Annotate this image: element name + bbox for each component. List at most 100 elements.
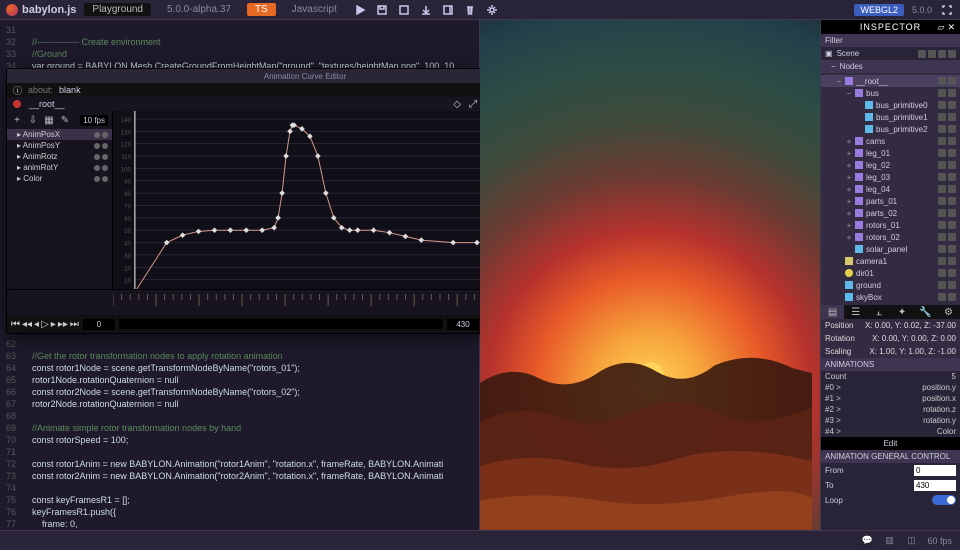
frame-end-input[interactable]: 430: [447, 319, 479, 330]
anim-prop-row[interactable]: #2 >rotation.z: [821, 404, 960, 415]
root-node-label[interactable]: __root__: [29, 99, 65, 109]
fullscreen-icon[interactable]: [940, 3, 954, 17]
tab-stats-icon[interactable]: ⫠: [867, 305, 890, 319]
tree-node[interactable]: −__root__: [821, 75, 960, 87]
svg-text:60: 60: [124, 217, 131, 223]
inspector-panel: INSPECTOR ▱ ✕ Filter ▣Scene − Nodes −__r…: [820, 20, 960, 530]
svg-text:120: 120: [121, 143, 132, 149]
brand-logo: babylon.js: [6, 4, 76, 16]
lang-ts-tab[interactable]: TS: [247, 3, 276, 16]
tree-node[interactable]: +parts_02: [821, 207, 960, 219]
svg-text:80: 80: [124, 192, 131, 198]
status-layout-icon[interactable]: ▥: [883, 535, 895, 547]
settings-icon[interactable]: [485, 3, 499, 17]
curve-timeline[interactable]: [7, 289, 483, 315]
load-anim-icon[interactable]: ⇩: [27, 114, 39, 126]
play-icon[interactable]: ▷: [41, 319, 49, 330]
count-label: Count: [825, 372, 846, 381]
run-icon[interactable]: [353, 3, 367, 17]
clear-icon[interactable]: [463, 3, 477, 17]
last-frame-icon[interactable]: ⏭: [70, 319, 79, 330]
loop-toggle[interactable]: [932, 495, 956, 505]
rot-label: Rotation: [825, 334, 855, 343]
top-bar: babylon.js Playground 5.0.0-alpha.37 TS …: [0, 0, 960, 20]
next-frame-icon[interactable]: ▸: [51, 319, 56, 330]
popout-icon[interactable]: ▱: [938, 22, 946, 33]
tab-gear-icon[interactable]: ⚙: [937, 305, 960, 319]
lang-js-tab[interactable]: Javascript: [284, 3, 345, 16]
expand-icon[interactable]: ⤢: [469, 99, 477, 110]
tree-node[interactable]: +cams: [821, 135, 960, 147]
tree-node[interactable]: skyBox: [821, 291, 960, 303]
anim-item[interactable]: ▸ AnimPosY: [7, 140, 112, 151]
frame-start-input[interactable]: 0: [83, 319, 115, 330]
anim-prop-row[interactable]: #0 >position.y: [821, 382, 960, 393]
tree-node[interactable]: +leg_02: [821, 159, 960, 171]
info-icon: ⓘ: [13, 84, 22, 97]
frame-view-icon[interactable]: ◇: [453, 99, 461, 110]
tab-tools-icon[interactable]: ✦: [891, 305, 914, 319]
curve-editor-titlebar[interactable]: Animation Curve Editor: [7, 69, 483, 83]
anim-item[interactable]: ▸ AnimRotz: [7, 151, 112, 162]
tab-debug-icon[interactable]: ☰: [844, 305, 867, 319]
tree-node[interactable]: +parts_01: [821, 195, 960, 207]
tree-node[interactable]: camera1: [821, 255, 960, 267]
prev-frame-icon[interactable]: ◂: [34, 319, 39, 330]
save-icon[interactable]: [375, 3, 389, 17]
anim-prop-row[interactable]: #4 >Color: [821, 426, 960, 437]
from-input[interactable]: [914, 465, 956, 476]
address-prefix: about:: [28, 85, 53, 95]
frame-range-slider[interactable]: [119, 319, 443, 329]
tree-node[interactable]: +leg_03: [821, 171, 960, 183]
tree-node[interactable]: ground: [821, 279, 960, 291]
render-canvas[interactable]: [480, 20, 820, 530]
scl-value: X: 1.00, Y: 1.00, Z: -1.00: [869, 347, 956, 356]
pos-label: Position: [825, 321, 853, 330]
svg-text:130: 130: [121, 130, 132, 136]
svg-text:20: 20: [124, 266, 131, 272]
scene-node[interactable]: Scene: [837, 49, 860, 58]
tab-wrench-icon[interactable]: 🔧: [914, 305, 937, 319]
edit-anim-icon[interactable]: ✎: [59, 114, 71, 126]
inspector-icon[interactable]: [441, 3, 455, 17]
from-label: From: [825, 466, 844, 475]
fps-input[interactable]: 10 fps: [80, 115, 108, 126]
anim-list-panel: + ⇩ ▦ ✎ 10 fps ▸ AnimPosX▸ AnimPosY▸ Ani…: [7, 111, 113, 289]
to-input[interactable]: [914, 480, 956, 491]
first-frame-icon[interactable]: ⏮: [11, 319, 20, 330]
download-icon[interactable]: [419, 3, 433, 17]
anim-prop-row[interactable]: #1 >position.x: [821, 393, 960, 404]
webgl-badge: WEBGL2: [854, 4, 904, 16]
tree-node[interactable]: dir01: [821, 267, 960, 279]
brand-text: babylon.js: [22, 4, 76, 16]
new-icon[interactable]: [397, 3, 411, 17]
tree-node[interactable]: +leg_01: [821, 147, 960, 159]
edit-animations-button[interactable]: Edit: [821, 437, 960, 450]
record-icon: [13, 100, 21, 108]
prev-key-icon[interactable]: ◂◂: [22, 319, 32, 330]
save-anim-icon[interactable]: ▦: [43, 114, 55, 126]
close-icon[interactable]: ✕: [947, 22, 956, 33]
anim-item[interactable]: ▸ animRotY: [7, 162, 112, 173]
tree-node[interactable]: bus_primitive2: [821, 123, 960, 135]
tree-node[interactable]: solar_panel: [821, 243, 960, 255]
next-key-icon[interactable]: ▸▸: [58, 319, 68, 330]
tab-properties-icon[interactable]: ▤: [821, 305, 844, 319]
tree-node[interactable]: +leg_04: [821, 183, 960, 195]
svg-text:140: 140: [121, 118, 132, 124]
anim-prop-row[interactable]: #3 >rotation.y: [821, 415, 960, 426]
rot-value: X: 0.00, Y: 0.00, Z: 0.00: [872, 334, 956, 343]
tree-node[interactable]: bus_primitive0: [821, 99, 960, 111]
status-message-icon[interactable]: 💬: [861, 535, 873, 547]
status-split-icon[interactable]: ◫: [905, 535, 917, 547]
tree-node[interactable]: +rotors_01: [821, 219, 960, 231]
tree-node[interactable]: +rotors_02: [821, 231, 960, 243]
add-anim-icon[interactable]: +: [11, 114, 23, 126]
tree-node[interactable]: bus_primitive1: [821, 111, 960, 123]
svg-text:70: 70: [124, 204, 131, 210]
anim-item[interactable]: ▸ AnimPosX: [7, 129, 112, 140]
tree-node[interactable]: −bus: [821, 87, 960, 99]
anim-item[interactable]: ▸ Color: [7, 173, 112, 184]
nodes-header[interactable]: Nodes: [840, 62, 863, 71]
curve-graph[interactable]: 1401301201101009080706050403020100: [113, 111, 483, 289]
